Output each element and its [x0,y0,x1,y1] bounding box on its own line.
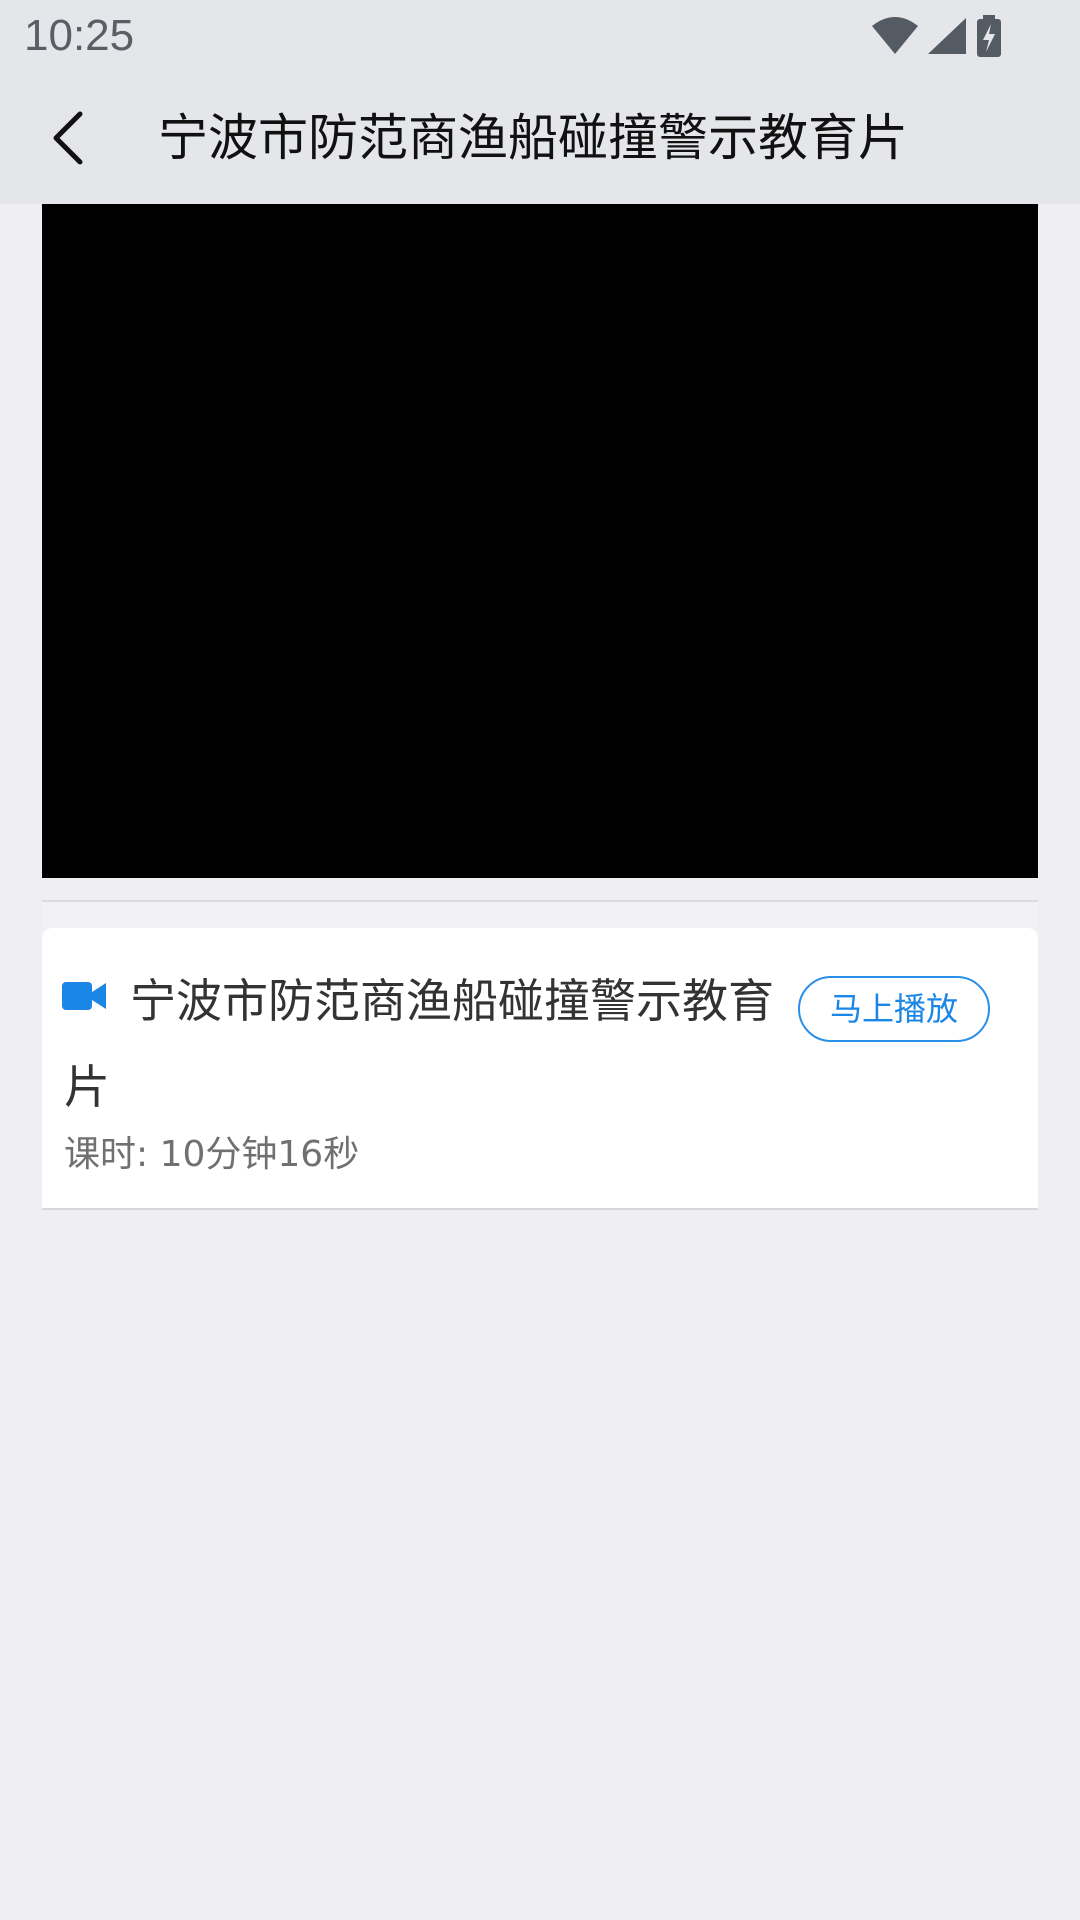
play-now-button[interactable]: 马上播放 [798,976,990,1042]
video-player[interactable] [42,204,1038,878]
chevron-left-icon [53,111,83,165]
course-duration: 课时: 10分钟16秒 [64,1134,360,1175]
page-title: 宁波市防范商渔船碰撞警示教育片 [158,109,908,167]
wifi-icon [872,17,918,54]
app-bar: 宁波市防范商渔船碰撞警示教育片 [0,72,1080,204]
course-title: 宁波市防范商渔船碰撞警示教育片 [64,974,774,1114]
status-bar: 10:25 [0,0,1080,72]
section-gap [42,902,1038,928]
status-icons [870,14,1004,58]
status-time: 10:25 [24,11,135,60]
back-button[interactable] [30,100,106,176]
cell-signal-icon [928,18,966,54]
course-card: 宁波市防范商渔船碰撞警示教育片 马上播放 课时: 10分钟16秒 [42,928,1038,1210]
battery-charging-icon [977,15,1001,57]
